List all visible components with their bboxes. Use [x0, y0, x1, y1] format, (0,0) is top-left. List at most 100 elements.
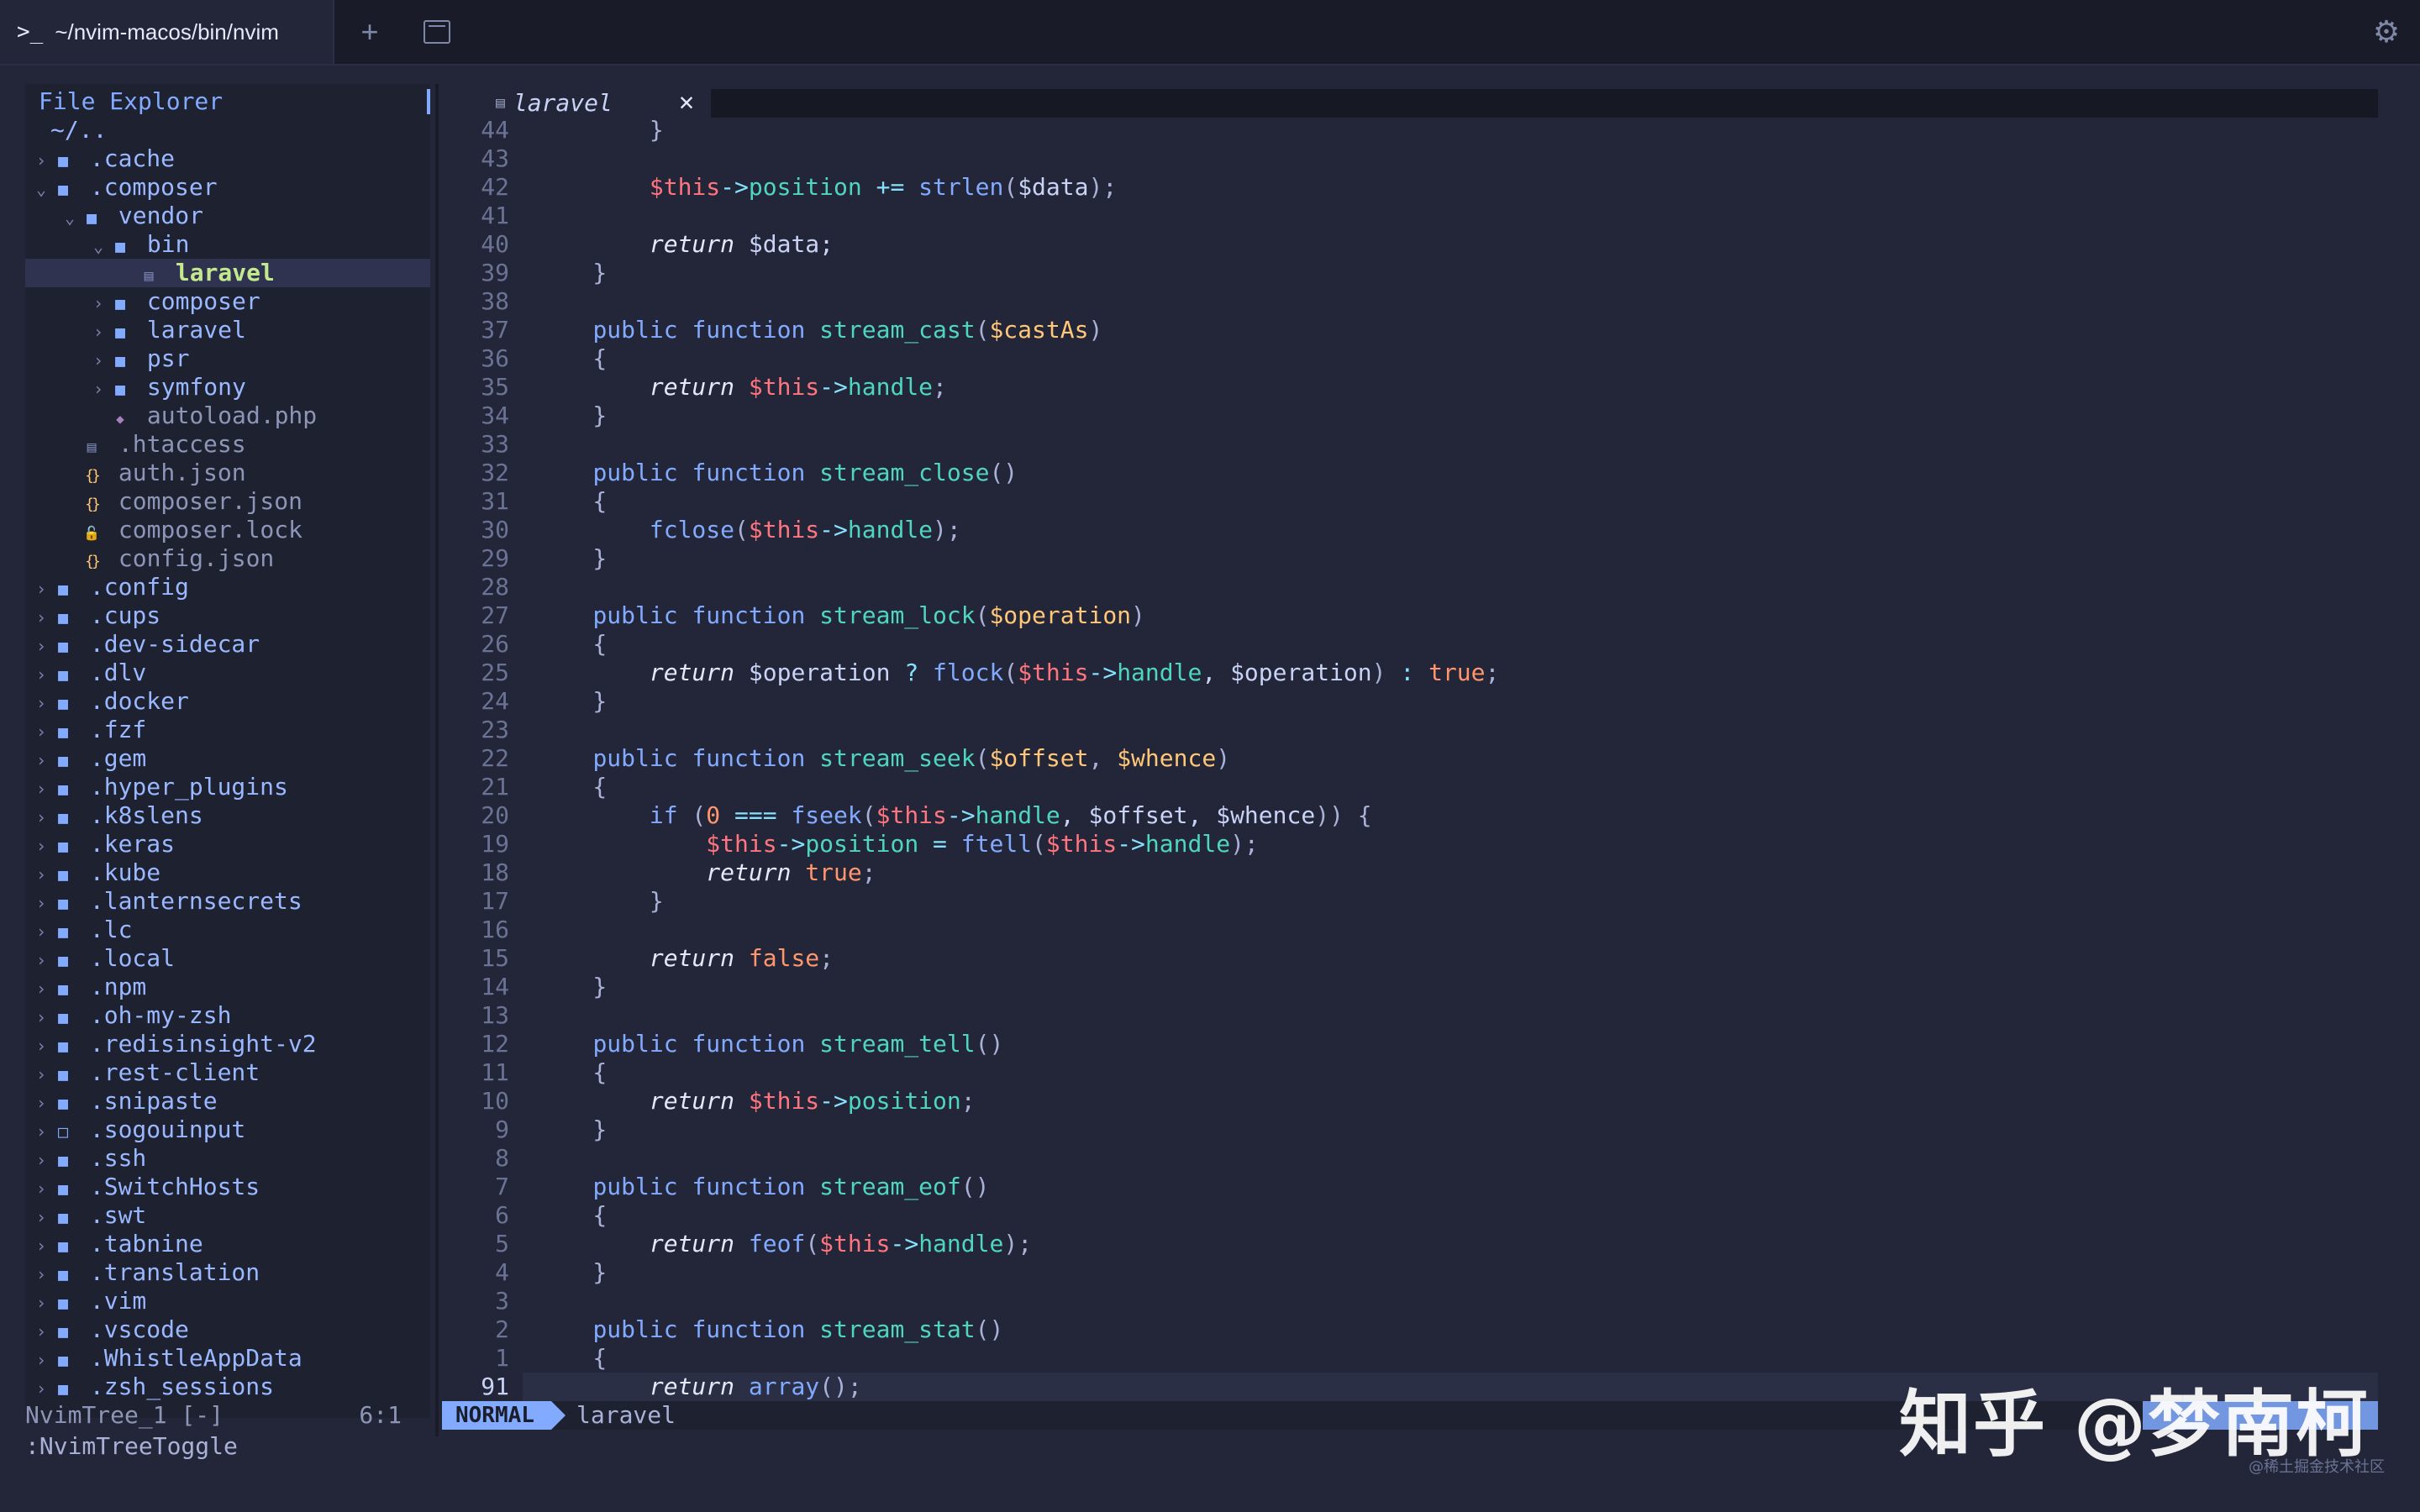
tree-file[interactable]: .htaccess — [25, 430, 430, 459]
tree-folder[interactable]: › .keras — [25, 830, 430, 858]
chevron-down-icon[interactable]: ⌄ — [60, 203, 79, 232]
code-line[interactable]: 11 { — [442, 1058, 2378, 1087]
tree-folder[interactable]: › .cache — [25, 144, 430, 173]
tree-folder[interactable]: › .SwitchHosts — [25, 1173, 430, 1201]
code-line[interactable]: 31 { — [442, 487, 2378, 516]
tree-folder[interactable]: › .oh-my-zsh — [25, 1001, 430, 1030]
code-line[interactable]: 38 — [442, 287, 2378, 316]
code-line[interactable]: 29 } — [442, 544, 2378, 573]
tree-folder[interactable]: › .dlv — [25, 659, 430, 687]
tree-file[interactable]: laravel — [25, 259, 430, 287]
code-line[interactable]: 26 { — [442, 630, 2378, 659]
tree-folder[interactable]: › .lc — [25, 916, 430, 944]
chevron-right-icon[interactable]: › — [32, 1289, 50, 1317]
close-icon[interactable]: ✕ — [679, 87, 694, 118]
code-line[interactable]: 24 } — [442, 687, 2378, 716]
chevron-right-icon[interactable]: › — [32, 717, 50, 746]
chevron-right-icon[interactable]: › — [32, 832, 50, 860]
code-line[interactable]: 28 — [442, 573, 2378, 601]
code-line[interactable]: 14 } — [442, 973, 2378, 1001]
tree-folder[interactable]: › .npm — [25, 973, 430, 1001]
terminal-tab[interactable]: >_ ~/nvim-macos/bin/nvim — [0, 0, 334, 64]
tree-folder[interactable]: › .redisinsight-v2 — [25, 1030, 430, 1058]
tree-folder[interactable]: › .docker — [25, 687, 430, 716]
chevron-down-icon[interactable]: ⌄ — [89, 232, 108, 260]
code-line[interactable]: 42 $this->position += strlen($data); — [442, 173, 2378, 202]
chevron-right-icon[interactable]: › — [32, 1260, 50, 1289]
tree-file[interactable]: composer.lock — [25, 516, 430, 544]
code-line[interactable]: 33 — [442, 430, 2378, 459]
tree-folder[interactable]: › .ssh — [25, 1144, 430, 1173]
chevron-right-icon[interactable]: › — [32, 1032, 50, 1060]
code-line[interactable]: 16 — [442, 916, 2378, 944]
chevron-right-icon[interactable]: › — [89, 318, 108, 346]
chevron-right-icon[interactable]: › — [32, 946, 50, 974]
code-line[interactable]: 39 } — [442, 259, 2378, 287]
code-line[interactable]: 20 if (0 === fseek($this->handle, $offse… — [442, 801, 2378, 830]
tree-folder[interactable]: › .cups — [25, 601, 430, 630]
code-line[interactable]: 2 public function stream_stat() — [442, 1315, 2378, 1344]
code-line[interactable]: 18 return true; — [442, 858, 2378, 887]
code-line[interactable]: 19 $this->position = ftell($this->handle… — [442, 830, 2378, 858]
code-line[interactable]: 17 } — [442, 887, 2378, 916]
code-line[interactable]: 13 — [442, 1001, 2378, 1030]
tab-overview-icon[interactable] — [420, 15, 454, 49]
tree-folder[interactable]: › .WhistleAppData — [25, 1344, 430, 1373]
chevron-right-icon[interactable]: › — [32, 746, 50, 774]
command-line[interactable]: :NvimTreeToggle — [25, 1431, 238, 1462]
code-line[interactable]: 4 } — [442, 1258, 2378, 1287]
chevron-down-icon[interactable]: ⌄ — [32, 175, 50, 203]
chevron-right-icon[interactable]: › — [32, 889, 50, 917]
tree-folder[interactable]: ⌄ bin — [25, 230, 430, 259]
tree-folder[interactable]: › .vim — [25, 1287, 430, 1315]
code-line[interactable]: 44 } — [442, 116, 2378, 144]
buffer-tab-laravel[interactable]: ▤ laravel ✕ — [442, 87, 711, 118]
chevron-right-icon[interactable]: › — [89, 289, 108, 318]
chevron-right-icon[interactable]: › — [32, 1317, 50, 1346]
editor-pane[interactable]: ▤ laravel ✕ 44 } 43 42 $this->position += … — [442, 84, 2378, 1418]
tree-folder[interactable]: › .vscode — [25, 1315, 430, 1344]
chevron-right-icon[interactable]: › — [32, 803, 50, 832]
code-line[interactable]: 41 — [442, 202, 2378, 230]
tree-folder[interactable]: › psr — [25, 344, 430, 373]
chevron-right-icon[interactable]: › — [32, 1089, 50, 1117]
tree-folder[interactable]: › .translation — [25, 1258, 430, 1287]
tree-file[interactable]: ~/.. — [25, 116, 430, 144]
tree-folder[interactable]: › .swt — [25, 1201, 430, 1230]
tree-folder[interactable]: › .rest-client — [25, 1058, 430, 1087]
code-line[interactable]: 27 public function stream_lock($operatio… — [442, 601, 2378, 630]
tree-file[interactable]: auth.json — [25, 459, 430, 487]
code-line[interactable]: 8 — [442, 1144, 2378, 1173]
code-line[interactable]: 25 return $operation ? flock($this->hand… — [442, 659, 2378, 687]
chevron-right-icon[interactable]: › — [32, 1346, 50, 1374]
code-line[interactable]: 10 return $this->position; — [442, 1087, 2378, 1116]
gear-icon[interactable]: ⚙ — [2370, 14, 2403, 49]
chevron-right-icon[interactable]: › — [32, 1374, 50, 1403]
chevron-right-icon[interactable]: › — [32, 146, 50, 175]
chevron-right-icon[interactable]: › — [32, 974, 50, 1003]
code-area[interactable]: 44 } 43 42 $this->position += strlen($data… — [442, 116, 2378, 1401]
code-line[interactable]: 22 public function stream_seek($offset, … — [442, 744, 2378, 773]
chevron-right-icon[interactable]: › — [32, 575, 50, 603]
code-line[interactable]: 5 return feof($this->handle); — [442, 1230, 2378, 1258]
chevron-right-icon[interactable]: › — [32, 1060, 50, 1089]
tree-folder[interactable]: › .gem — [25, 744, 430, 773]
tree-folder[interactable]: › .lanternsecrets — [25, 887, 430, 916]
chevron-right-icon[interactable]: › — [32, 632, 50, 660]
tree-folder[interactable]: › .local — [25, 944, 430, 973]
chevron-right-icon[interactable]: › — [89, 346, 108, 375]
tree-folder[interactable]: ⌄ vendor — [25, 202, 430, 230]
code-line[interactable]: 12 public function stream_tell() — [442, 1030, 2378, 1058]
tree-folder[interactable]: › .snipaste — [25, 1087, 430, 1116]
code-line[interactable]: 36 { — [442, 344, 2378, 373]
tree-file[interactable]: autoload.php — [25, 402, 430, 430]
chevron-right-icon[interactable]: › — [32, 660, 50, 689]
tree-folder[interactable]: › .fzf — [25, 716, 430, 744]
tree-folder[interactable]: › .k8slens — [25, 801, 430, 830]
chevron-right-icon[interactable]: › — [32, 860, 50, 889]
code-line[interactable]: 34 } — [442, 402, 2378, 430]
tree-folder[interactable]: › .hyper_plugins — [25, 773, 430, 801]
chevron-right-icon[interactable]: › — [89, 375, 108, 403]
code-line[interactable]: 15 return false; — [442, 944, 2378, 973]
code-line[interactable]: 37 public function stream_cast($castAs) — [442, 316, 2378, 344]
